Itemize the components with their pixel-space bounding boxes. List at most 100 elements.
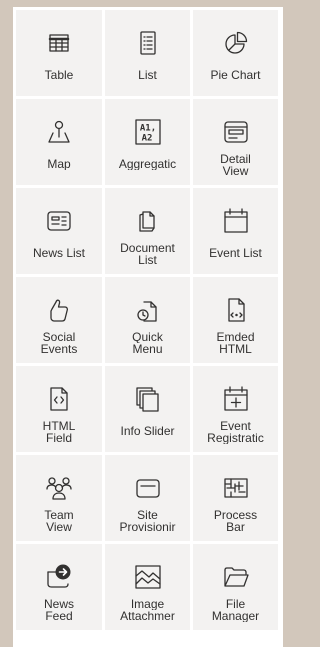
tile-label-line: Event List	[209, 247, 262, 259]
site-provisioning-icon	[133, 473, 163, 503]
tile-label-line: Feed	[45, 610, 73, 622]
webpart-tile-detail-view[interactable]: Detail View	[193, 99, 278, 185]
quick-menu-icon	[133, 295, 163, 325]
webpart-tile-aggregatic[interactable]: A1, A2 Aggregatic	[105, 99, 190, 185]
tile-label-line: Bar	[226, 521, 245, 533]
embed-html-icon	[221, 295, 251, 325]
tile-label: Event List	[195, 247, 276, 259]
tile-label: Pie Chart	[195, 69, 276, 81]
tile-label-line: Events	[40, 343, 78, 355]
tile-label-line: Map	[47, 158, 71, 170]
webpart-tile-file-manager[interactable]: File Manager	[193, 544, 278, 630]
tile-label-line: Registratic	[207, 432, 264, 444]
webpart-tile-team-view[interactable]: Team View	[16, 455, 102, 541]
tile-label: Image Attachmer	[107, 598, 188, 622]
tile-label: Map	[18, 158, 100, 170]
tile-label-line: Pie Chart	[210, 69, 261, 81]
tile-label-line: News	[43, 598, 74, 610]
tile-label-line: Provisionir	[119, 521, 176, 533]
process-bar-icon	[221, 473, 251, 503]
tile-label-line: View	[46, 521, 72, 533]
webpart-tile-document-list[interactable]: Document List	[105, 188, 190, 274]
tile-label-line: Manager	[211, 610, 260, 622]
webpart-tile-event-registratic[interactable]: Event Registratic	[193, 366, 278, 452]
webpart-tile-html-field[interactable]: HTML Field	[16, 366, 102, 452]
tile-label-line: Info Slider	[120, 425, 175, 437]
tile-label: Table	[18, 69, 100, 81]
webpart-tile-site-provisionir[interactable]: Site Provisionir	[105, 455, 190, 541]
tile-label: Event Registratic	[195, 420, 276, 444]
tile-label-line: HTML	[219, 343, 252, 355]
pie-chart-icon	[221, 28, 251, 58]
tile-label-line: Document	[120, 242, 175, 254]
webpart-tile-emded-html[interactable]: Emded HTML	[193, 277, 278, 363]
tile-label-line: Table	[44, 69, 74, 81]
tile-label-line: Field	[45, 432, 72, 444]
detail-view-icon	[221, 117, 251, 147]
tile-label: News List	[18, 247, 100, 259]
tile-label: Aggregatic	[107, 158, 188, 170]
tile-label-line: Team	[44, 509, 74, 521]
svg-text:A2: A2	[141, 134, 152, 144]
tile-label: News Feed	[18, 598, 100, 622]
tile-label: Detail View	[195, 153, 276, 177]
tile-label: Site Provisionir	[107, 509, 188, 533]
tile-label-line: Event	[220, 420, 251, 432]
tile-label-line: List	[138, 254, 157, 266]
aggregation-icon: A1, A2	[133, 117, 163, 147]
webpart-tile-info-slider[interactable]: Info Slider	[105, 366, 190, 452]
document-icon	[133, 206, 163, 236]
calendar-icon	[221, 206, 251, 236]
tile-label-line: View	[222, 165, 249, 177]
webpart-tile-map[interactable]: Map	[16, 99, 102, 185]
folder-icon	[221, 562, 251, 592]
tile-label-line: News List	[32, 247, 85, 259]
event-registration-icon	[221, 384, 251, 414]
tile-label: List	[107, 69, 188, 81]
info-slider-icon	[133, 384, 163, 414]
tile-label-line: Attachmer	[120, 610, 175, 622]
webpart-tile-news-feed[interactable]: News Feed	[16, 544, 102, 630]
webpart-tile-table[interactable]: Table	[16, 10, 102, 96]
webpart-tile-quick-menu[interactable]: Quick Menu	[105, 277, 190, 363]
tile-label: File Manager	[195, 598, 276, 622]
tile-label-line: HTML	[42, 420, 76, 432]
tile-label-line: Aggregatic	[118, 158, 177, 170]
team-icon	[44, 473, 74, 503]
table-icon	[44, 28, 74, 58]
tile-label: HTML Field	[18, 420, 100, 444]
tile-label: Process Bar	[195, 509, 276, 533]
tile-label-line: Site	[137, 509, 158, 521]
tile-label-line: Process	[213, 509, 258, 521]
webpart-picker-panel: Table List Pie Chart Map A1, A2 Aggregatic Deta…	[13, 7, 283, 647]
tile-label-line: Detail	[220, 153, 251, 165]
webpart-tile-pie-chart[interactable]: Pie Chart	[193, 10, 278, 96]
tile-label: Quick Menu	[107, 331, 188, 355]
webpart-grid: Table List Pie Chart Map A1, A2 Aggregatic Deta…	[16, 10, 278, 630]
list-icon	[133, 28, 163, 58]
webpart-tile-social-events[interactable]: Social Events	[16, 277, 102, 363]
tile-label: Social Events	[18, 331, 100, 355]
tile-label-line: Image	[130, 598, 165, 610]
tile-label-line: List	[138, 69, 157, 81]
webpart-tile-event-list[interactable]: Event List	[193, 188, 278, 274]
webpart-tile-process-bar[interactable]: Process Bar	[193, 455, 278, 541]
image-icon	[133, 562, 163, 592]
webpart-tile-image-attachmer[interactable]: Image Attachmer	[105, 544, 190, 630]
thumbs-up-icon	[44, 295, 74, 325]
tile-label: Emded HTML	[195, 331, 276, 355]
news-list-icon	[44, 206, 74, 236]
tile-label-line: Menu	[132, 343, 163, 355]
tile-label-line: File	[225, 598, 246, 610]
tile-label-line: Emded	[216, 331, 255, 343]
webpart-tile-list[interactable]: List	[105, 10, 190, 96]
tile-label: Info Slider	[107, 425, 188, 437]
tile-label: Team View	[18, 509, 100, 533]
news-feed-icon	[44, 562, 74, 592]
webpart-tile-news-list[interactable]: News List	[16, 188, 102, 274]
tile-label: Document List	[107, 242, 188, 266]
tile-label-line: Social	[42, 331, 76, 343]
svg-text:A1,: A1,	[139, 124, 155, 134]
html-field-icon	[44, 384, 74, 414]
tile-label-line: Quick	[132, 331, 163, 343]
